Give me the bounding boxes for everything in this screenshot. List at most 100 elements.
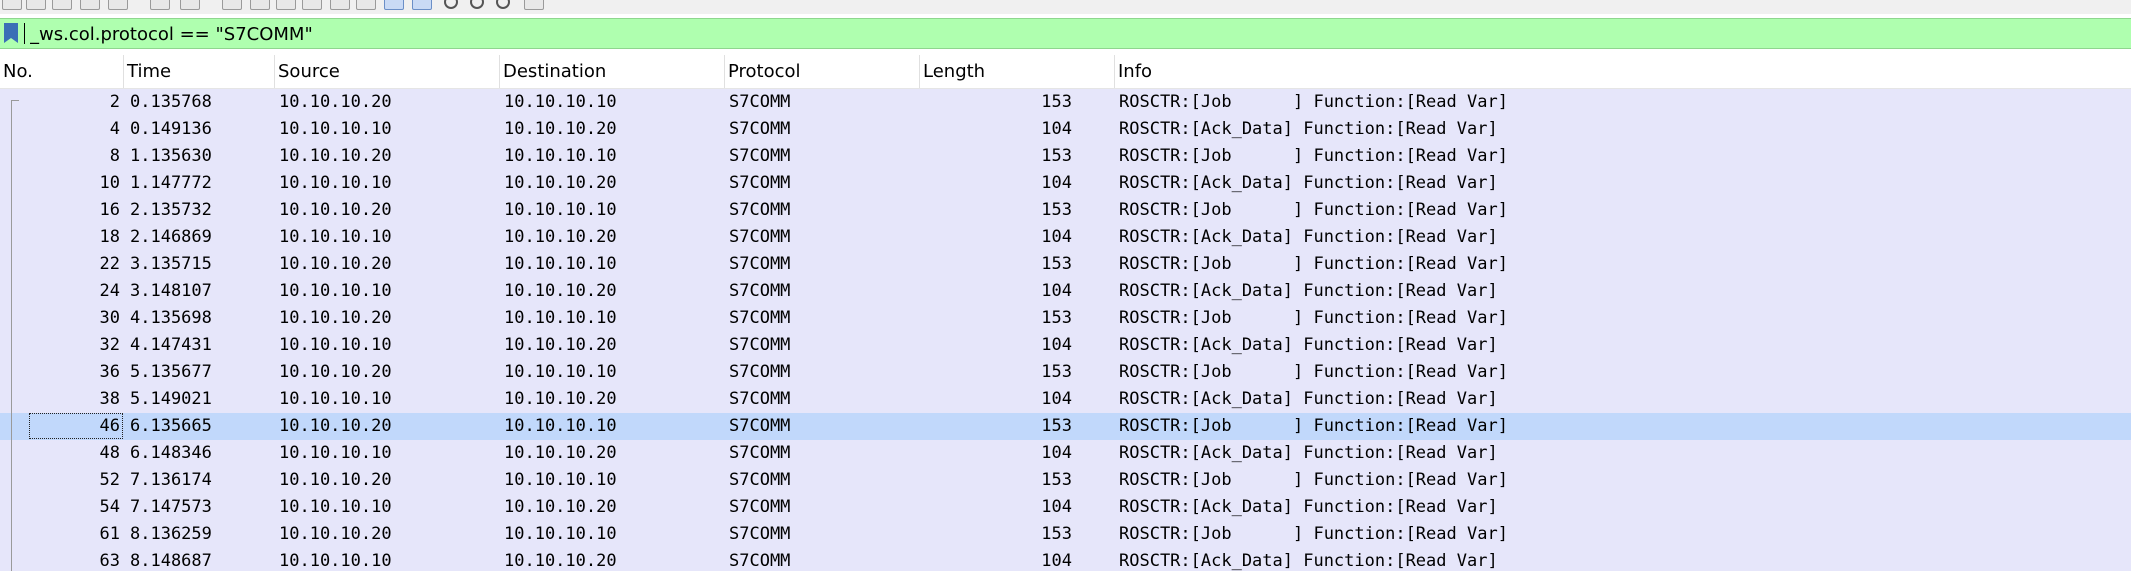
table-row[interactable]: 2 0.135768 10.10.10.20 10.10.10.10 S7COMM 153… — [0, 89, 2131, 116]
cell-time: 0.135768 — [130, 92, 212, 112]
cell-protocol: S7COMM — [729, 146, 791, 166]
stop-capture-icon[interactable] — [2, 0, 22, 10]
table-row[interactable]: 22 3.135715 10.10.10.20 10.10.10.10 S7COMM 15… — [0, 251, 2131, 278]
cell-length: 104 — [1041, 497, 1072, 517]
table-row[interactable]: 48 6.148346 10.10.10.10 10.10.10.20 S7COMM 10… — [0, 440, 2131, 467]
cell-protocol: S7COMM — [729, 497, 791, 517]
cell-destination: 10.10.10.20 — [504, 443, 617, 463]
zoom-normal-icon[interactable] — [496, 0, 510, 9]
table-row[interactable]: 10 1.147772 10.10.10.10 10.10.10.20 S7COMM 10… — [0, 170, 2131, 197]
column-header-source[interactable]: Source — [275, 55, 500, 88]
bookmark-icon[interactable] — [4, 23, 18, 43]
main-toolbar — [0, 0, 2131, 14]
cell-no: 36 — [99, 362, 120, 382]
close-file-icon[interactable] — [150, 0, 170, 10]
column-header-protocol[interactable]: Protocol — [725, 55, 920, 88]
cell-info: ROSCTR:[Ack_Data] Function:[Read Var] — [1119, 281, 1498, 301]
cell-length: 153 — [1041, 416, 1072, 436]
cell-source: 10.10.10.10 — [279, 497, 392, 517]
packet-list-header: No. Time Source Destination Protocol Len… — [0, 55, 2131, 89]
cell-destination: 10.10.10.10 — [504, 146, 617, 166]
cell-time: 8.148687 — [130, 551, 212, 571]
table-row[interactable]: 30 4.135698 10.10.10.20 10.10.10.10 S7COMM 15… — [0, 305, 2131, 332]
table-row[interactable]: 8 1.135630 10.10.10.20 10.10.10.10 S7COMM 153… — [0, 143, 2131, 170]
restart-capture-icon[interactable] — [26, 0, 46, 10]
display-filter-input[interactable] — [30, 21, 2120, 47]
column-header-info[interactable]: Info — [1115, 55, 2131, 88]
cell-source: 10.10.10.10 — [279, 227, 392, 247]
cell-time: 4.147431 — [130, 335, 212, 355]
cell-time: 3.135715 — [130, 254, 212, 274]
table-row[interactable]: 52 7.136174 10.10.10.20 10.10.10.10 S7COMM 15… — [0, 467, 2131, 494]
go-first-icon[interactable] — [330, 0, 350, 10]
conversation-tree-start — [11, 100, 19, 101]
save-file-icon[interactable] — [108, 0, 128, 10]
capture-options-icon[interactable] — [52, 0, 72, 10]
column-header-time[interactable]: Time — [124, 55, 275, 88]
cell-protocol: S7COMM — [729, 470, 791, 490]
table-row[interactable]: 46 6.135665 10.10.10.20 10.10.10.10 S7COMM 15… — [0, 413, 2131, 440]
column-header-destination[interactable]: Destination — [500, 55, 725, 88]
go-last-icon[interactable] — [356, 0, 376, 10]
table-row[interactable]: 61 8.136259 10.10.10.20 10.10.10.10 S7COMM 15… — [0, 521, 2131, 548]
cell-source: 10.10.10.10 — [279, 551, 392, 571]
open-file-icon[interactable] — [80, 0, 100, 10]
table-row[interactable]: 18 2.146869 10.10.10.10 10.10.10.20 S7COMM 10… — [0, 224, 2131, 251]
colorize-icon[interactable] — [412, 0, 432, 10]
cell-source: 10.10.10.20 — [279, 92, 392, 112]
cell-length: 104 — [1041, 281, 1072, 301]
resize-columns-icon[interactable] — [524, 0, 544, 10]
cell-no: 16 — [99, 200, 120, 220]
cell-info: ROSCTR:[Job ] Function:[Read Var] — [1119, 524, 1508, 544]
table-row[interactable]: 54 7.147573 10.10.10.10 10.10.10.20 S7COMM 10… — [0, 494, 2131, 521]
cell-protocol: S7COMM — [729, 173, 791, 193]
table-row[interactable]: 24 3.148107 10.10.10.10 10.10.10.20 S7COMM 10… — [0, 278, 2131, 305]
zoom-out-icon[interactable] — [470, 0, 484, 9]
cell-length: 104 — [1041, 335, 1072, 355]
cell-info: ROSCTR:[Ack_Data] Function:[Read Var] — [1119, 443, 1498, 463]
cell-no: 4 — [109, 119, 120, 139]
column-header-length[interactable]: Length — [920, 55, 1115, 88]
cell-destination: 10.10.10.10 — [504, 416, 617, 436]
table-row[interactable]: 38 5.149021 10.10.10.10 10.10.10.20 S7COMM 10… — [0, 386, 2131, 413]
table-row[interactable]: 4 0.149136 10.10.10.10 10.10.10.20 S7COMM 104… — [0, 116, 2131, 143]
cell-length: 153 — [1041, 146, 1072, 166]
reload-file-icon[interactable] — [180, 0, 200, 10]
table-row[interactable]: 63 8.148687 10.10.10.10 10.10.10.20 S7COMM 10… — [0, 548, 2131, 571]
cell-length: 104 — [1041, 173, 1072, 193]
go-to-packet-icon[interactable] — [302, 0, 322, 10]
cell-no: 63 — [99, 551, 120, 571]
go-forward-icon[interactable] — [276, 0, 296, 10]
cell-protocol: S7COMM — [729, 335, 791, 355]
column-header-no[interactable]: No. — [0, 55, 124, 88]
table-row[interactable]: 16 2.135732 10.10.10.20 10.10.10.10 S7COMM 15… — [0, 197, 2131, 224]
table-row[interactable]: 32 4.147431 10.10.10.10 10.10.10.20 S7COMM 10… — [0, 332, 2131, 359]
cell-protocol: S7COMM — [729, 281, 791, 301]
cell-time: 2.135732 — [130, 200, 212, 220]
cell-destination: 10.10.10.20 — [504, 335, 617, 355]
cell-source: 10.10.10.20 — [279, 308, 392, 328]
cell-destination: 10.10.10.10 — [504, 308, 617, 328]
cell-source: 10.10.10.20 — [279, 146, 392, 166]
cell-info: ROSCTR:[Job ] Function:[Read Var] — [1119, 362, 1508, 382]
cell-length: 153 — [1041, 200, 1072, 220]
auto-scroll-icon[interactable] — [384, 0, 404, 10]
cell-length: 153 — [1041, 308, 1072, 328]
find-packet-icon[interactable] — [222, 0, 242, 10]
cell-time: 3.148107 — [130, 281, 212, 301]
cell-destination: 10.10.10.20 — [504, 281, 617, 301]
cell-length: 153 — [1041, 254, 1072, 274]
cell-length: 153 — [1041, 92, 1072, 112]
zoom-in-icon[interactable] — [444, 0, 458, 9]
cell-no: 24 — [99, 281, 120, 301]
table-row[interactable]: 36 5.135677 10.10.10.20 10.10.10.10 S7COMM 15… — [0, 359, 2131, 386]
cell-no: 32 — [99, 335, 120, 355]
cell-destination: 10.10.10.20 — [504, 497, 617, 517]
cell-info: ROSCTR:[Ack_Data] Function:[Read Var] — [1119, 335, 1498, 355]
go-back-icon[interactable] — [250, 0, 270, 10]
cell-no: 2 — [109, 92, 120, 112]
cell-time: 7.136174 — [130, 470, 212, 490]
packet-list[interactable]: 2 0.135768 10.10.10.20 10.10.10.10 S7COMM 153… — [0, 89, 2131, 571]
cell-no: 48 — [99, 443, 120, 463]
cell-info: ROSCTR:[Job ] Function:[Read Var] — [1119, 254, 1508, 274]
